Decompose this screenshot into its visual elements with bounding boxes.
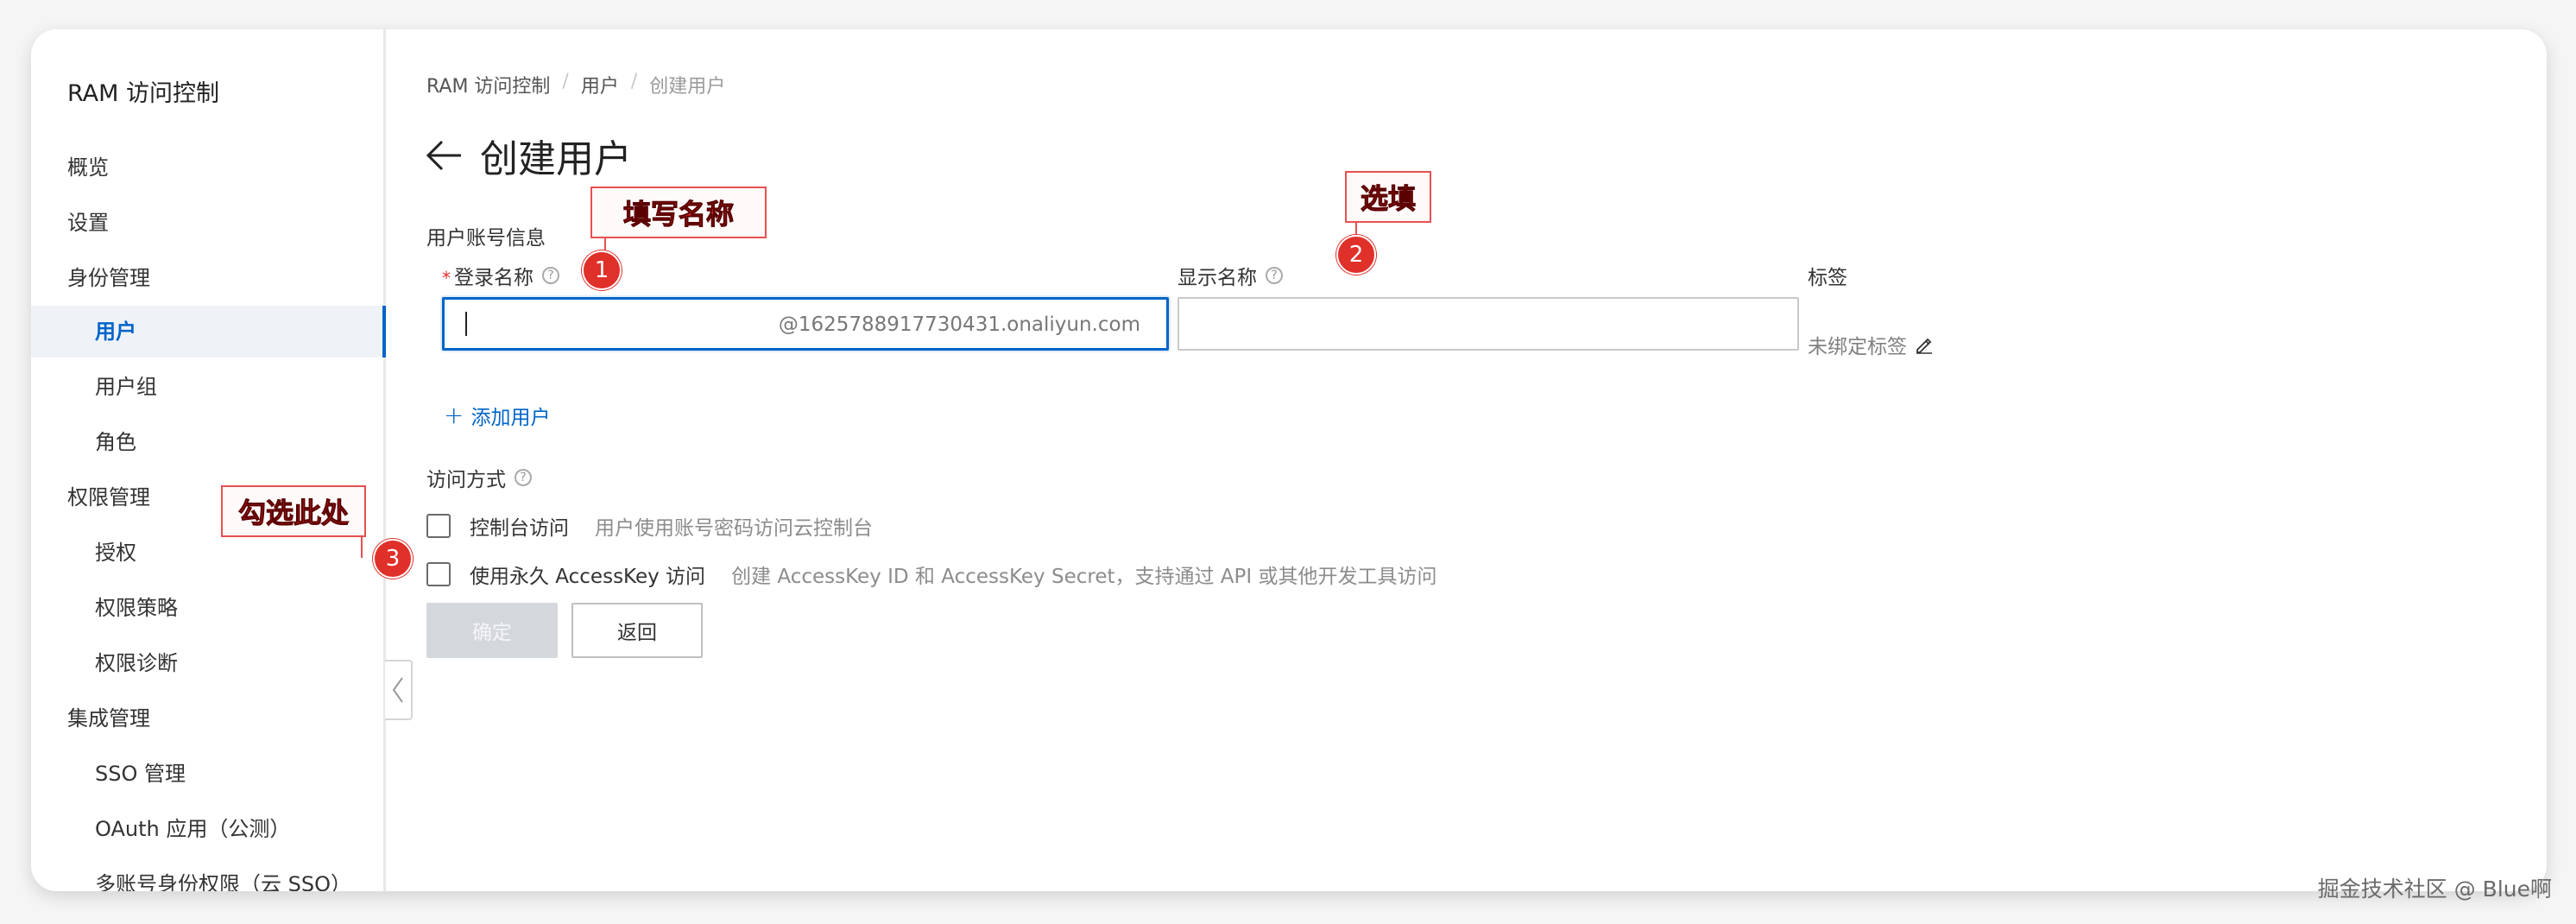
confirm-button[interactable]: 确定	[426, 603, 558, 658]
accesskey-access-option[interactable]: 使用永久 AccessKey 访问 创建 AccessKey ID 和 Acce…	[426, 560, 1437, 589]
accesskey-access-description: 创建 AccessKey ID 和 AccessKey Secret，支持通过 …	[731, 566, 1437, 588]
console-access-checkbox[interactable]	[426, 514, 451, 538]
annotation-badge-2: 2	[1336, 235, 1376, 275]
sidebar-collapse-button[interactable]	[385, 660, 413, 720]
tags-field: 未绑定标签	[1808, 330, 1935, 359]
back-arrow-icon[interactable]	[425, 138, 464, 173]
sidebar-item-permission-diagnosis[interactable]: 权限诊断	[31, 637, 383, 689]
sidebar-item-settings[interactable]: 设置	[31, 197, 383, 249]
page-title: 创建用户	[480, 137, 632, 181]
display-name-input[interactable]	[1178, 297, 1799, 351]
login-name-domain-suffix: @1625788917730431.onaliyun.com	[778, 313, 1140, 336]
chevron-left-icon	[392, 677, 403, 703]
console-window: RAM 访问控制 概览 设置 身份管理 用户 用户组 角色 权限管理 授权 权限…	[31, 29, 2547, 891]
text-cursor	[465, 312, 467, 336]
login-name-label-text: 登录名称	[454, 267, 534, 289]
console-access-option[interactable]: 控制台访问 用户使用账号密码访问云控制台	[426, 511, 873, 541]
annotation-leader-line	[361, 537, 363, 558]
sidebar-item-oauth-apps[interactable]: OAuth 应用（公测）	[31, 803, 383, 855]
breadcrumb-item-users[interactable]: 用户	[581, 71, 619, 98]
edit-icon[interactable]	[1914, 334, 1935, 355]
sidebar-item-sso-management[interactable]: SSO 管理	[31, 748, 383, 800]
access-method-label: 访问方式 ?	[426, 463, 532, 492]
add-user-button[interactable]: + 添加用户	[444, 401, 550, 430]
accesskey-access-checkbox[interactable]	[426, 562, 451, 586]
sidebar-item-overview[interactable]: 概览	[31, 142, 383, 193]
sidebar-item-policies[interactable]: 权限策略	[31, 582, 383, 634]
account-info-section-title: 用户账号信息	[426, 227, 546, 250]
accesskey-access-label[interactable]: 使用永久 AccessKey 访问	[470, 560, 705, 589]
required-mark: *	[442, 268, 451, 288]
breadcrumb-separator: /	[630, 71, 638, 92]
display-name-label-text: 显示名称	[1178, 267, 1257, 289]
help-icon[interactable]: ?	[542, 267, 559, 284]
breadcrumb-item-current: 创建用户	[649, 76, 726, 98]
annotation-callout-fill-name: 填写名称	[590, 187, 767, 238]
console-access-description: 用户使用账号密码访问云控制台	[595, 517, 873, 540]
sidebar-item-roles[interactable]: 角色	[31, 416, 383, 468]
access-method-label-text: 访问方式	[426, 469, 506, 491]
login-name-label: * 登录名称 ?	[442, 261, 559, 290]
page-header: 创建用户	[425, 128, 632, 183]
display-name-label: 显示名称 ?	[1178, 261, 1283, 290]
plus-icon: +	[444, 401, 464, 429]
console-access-label[interactable]: 控制台访问	[470, 511, 569, 541]
tags-value: 未绑定标签	[1808, 336, 1907, 358]
sidebar-item-cloud-sso[interactable]: 多账号身份权限（云 SSO）	[31, 858, 383, 891]
breadcrumb-separator: /	[562, 71, 569, 92]
sidebar-item-users[interactable]: 用户	[31, 306, 386, 358]
annotation-badge-1: 1	[582, 250, 622, 290]
login-name-input[interactable]: @1625788917730431.onaliyun.com	[442, 297, 1169, 351]
sidebar-item-integration-management[interactable]: 集成管理	[31, 693, 383, 744]
sidebar-item-user-groups[interactable]: 用户组	[31, 361, 383, 413]
tags-label: 标签	[1808, 267, 1847, 289]
add-user-label: 添加用户	[470, 407, 551, 429]
annotation-callout-optional: 选填	[1345, 171, 1431, 223]
breadcrumb: RAM 访问控制 / 用户 / 创建用户	[426, 71, 725, 98]
breadcrumb-item-ram[interactable]: RAM 访问控制	[426, 71, 550, 98]
help-icon[interactable]: ?	[515, 469, 532, 486]
sidebar-app-title: RAM 访问控制	[67, 80, 220, 107]
sidebar-item-identity-management[interactable]: 身份管理	[31, 252, 383, 304]
sidebar: RAM 访问控制 概览 设置 身份管理 用户 用户组 角色 权限管理 授权 权限…	[31, 29, 386, 891]
annotation-callout-check-here: 勾选此处	[221, 485, 366, 537]
watermark: 掘金技术社区 @ Blue啊	[2317, 877, 2552, 902]
back-button[interactable]: 返回	[571, 603, 703, 658]
annotation-badge-3: 3	[373, 539, 413, 579]
help-icon[interactable]: ?	[1266, 267, 1283, 284]
